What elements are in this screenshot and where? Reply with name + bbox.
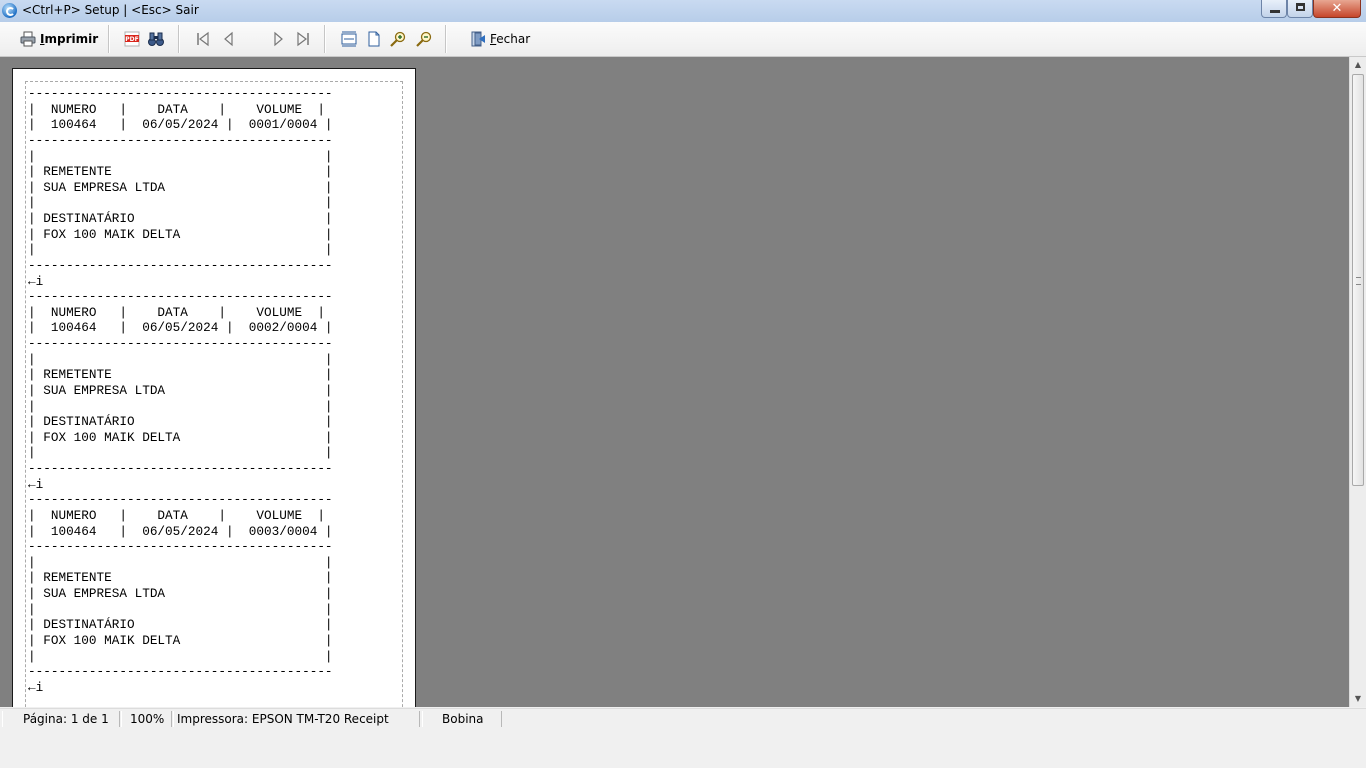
receipt-text: ----------------------------------------… — [28, 86, 333, 695]
window-bottom-area — [0, 728, 1366, 768]
close-window-button[interactable]: ✕ — [1313, 0, 1361, 18]
page-indicator: Página: 1 de 1 — [2, 711, 120, 727]
window-title: <Ctrl+P> Setup | <Esc> Sair — [22, 3, 199, 17]
toolbar-separator — [445, 25, 447, 53]
next-page-icon[interactable] — [270, 31, 286, 47]
report-page: ----------------------------------------… — [12, 68, 416, 707]
page-width-icon[interactable] — [341, 31, 357, 47]
app-icon — [2, 3, 17, 18]
whole-page-icon[interactable] — [366, 31, 382, 47]
svg-text:PDF: PDF — [125, 36, 138, 43]
zoom-in-icon[interactable] — [390, 31, 406, 47]
pdf-icon[interactable]: PDF — [124, 31, 140, 47]
toolbar: Imprimir PDF Fechar — [0, 22, 1366, 57]
toolbar-separator — [108, 25, 110, 53]
printer-icon — [20, 31, 36, 47]
toolbar-separator — [324, 25, 326, 53]
zoom-level: 100% — [121, 711, 172, 727]
page-margin: ----------------------------------------… — [25, 81, 403, 707]
vertical-scrollbar[interactable]: ▲ ▼ — [1349, 57, 1366, 707]
print-label: Imprimir — [40, 32, 99, 46]
minimize-icon — [1270, 10, 1280, 13]
scroll-up-arrow-icon[interactable]: ▲ — [1350, 57, 1366, 73]
scroll-down-arrow-icon[interactable]: ▼ — [1350, 691, 1366, 707]
print-button[interactable]: Imprimir — [20, 28, 98, 50]
exit-door-icon — [471, 31, 485, 47]
close-preview-label: Fechar — [490, 32, 531, 46]
binoculars-icon[interactable] — [148, 31, 164, 47]
printer-name: Impressora: EPSON TM-T20 Receipt — [173, 711, 420, 727]
previous-page-icon[interactable] — [221, 31, 237, 47]
zoom-out-icon[interactable] — [416, 31, 432, 47]
maximize-button[interactable] — [1287, 0, 1313, 18]
close-icon: ✕ — [1331, 1, 1343, 16]
first-page-icon[interactable] — [195, 31, 211, 47]
last-page-icon[interactable] — [295, 31, 311, 47]
status-bar: Página: 1 de 1 100% Impressora: EPSON TM… — [0, 708, 1366, 729]
scrollbar-thumb[interactable] — [1352, 74, 1364, 486]
toolbar-separator — [178, 25, 180, 53]
paper-mode: Bobina — [422, 711, 502, 727]
minimize-button[interactable] — [1261, 0, 1287, 18]
title-bar: <Ctrl+P> Setup | <Esc> Sair ✕ — [0, 0, 1366, 23]
preview-area[interactable]: ----------------------------------------… — [0, 57, 1349, 707]
close-preview-button[interactable]: Fechar — [470, 28, 530, 50]
maximize-icon — [1296, 3, 1305, 11]
